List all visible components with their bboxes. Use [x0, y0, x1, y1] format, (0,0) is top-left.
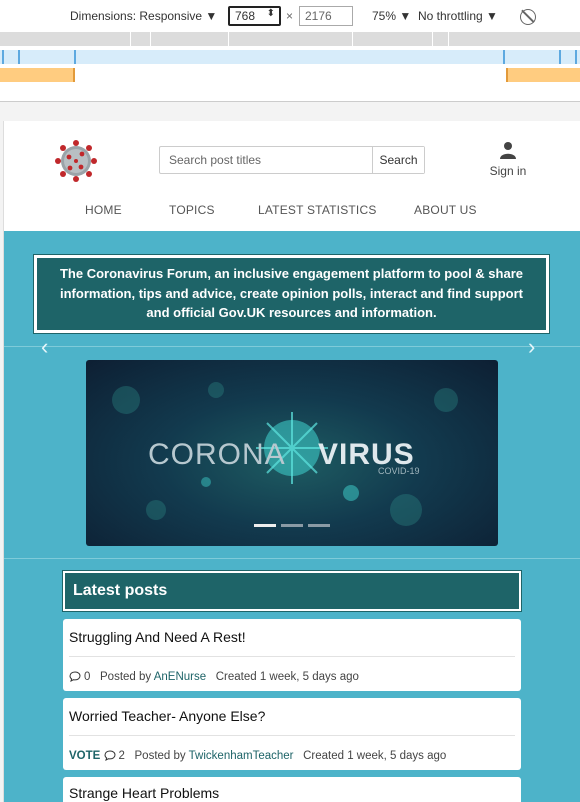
- comment-icon: [104, 750, 116, 761]
- search-button[interactable]: Search: [372, 147, 424, 173]
- carousel-indicator-3[interactable]: [308, 524, 330, 527]
- post-title[interactable]: Strange Heart Problems: [69, 785, 219, 801]
- search-form: Search: [159, 146, 425, 174]
- post-meta: VOTE 2 Posted by TwickenhamTeacher Creat…: [69, 750, 446, 762]
- comment-count: 0: [84, 671, 91, 683]
- post-title[interactable]: Struggling And Need A Rest!: [69, 629, 246, 645]
- carousel-prev-icon[interactable]: ‹: [41, 336, 48, 358]
- times-sign: ×: [286, 9, 294, 23]
- banner-word-light: CORONA: [148, 438, 286, 471]
- nav-home[interactable]: HOME: [85, 203, 122, 217]
- comment-count: 2: [118, 750, 125, 762]
- latest-posts-heading: Latest posts: [62, 570, 522, 612]
- rotate-disabled-icon[interactable]: [520, 9, 536, 25]
- post-card[interactable]: Worried Teacher- Anyone Else? VOTE 2 Pos…: [63, 698, 521, 770]
- post-created: Created 1 week, 5 days ago: [215, 671, 359, 683]
- carousel-slide[interactable]: CORONA VIRUS COVID-19: [86, 360, 498, 546]
- post-meta: 0 Posted by AnENurse Created 1 week, 5 d…: [69, 671, 359, 683]
- ruler: [0, 84, 580, 102]
- nav-topics[interactable]: TOPICS: [169, 203, 215, 217]
- user-icon: [500, 142, 516, 159]
- width-field[interactable]: 768 ⬍: [228, 6, 281, 26]
- divider: [4, 558, 580, 559]
- divider: [69, 656, 515, 657]
- carousel-next-icon[interactable]: ›: [528, 336, 535, 358]
- media-query-bar-min[interactable]: [0, 68, 580, 82]
- coronavirus-banner-image: CORONA VIRUS COVID-19: [112, 382, 458, 526]
- post-card[interactable]: Strange Heart Problems: [63, 777, 521, 802]
- post-title[interactable]: Worried Teacher- Anyone Else?: [69, 708, 265, 724]
- banner-sub: COVID-19: [378, 466, 420, 476]
- comment-icon: [69, 671, 81, 682]
- search-input[interactable]: [160, 147, 372, 173]
- carousel-indicator-1[interactable]: [254, 524, 276, 527]
- post-author[interactable]: TwickenhamTeacher: [189, 750, 294, 762]
- sign-in-label: Sign in: [489, 164, 527, 178]
- posted-by-label: Posted by: [100, 671, 152, 683]
- height-field[interactable]: 2176: [299, 6, 353, 26]
- content-band: The Coronavirus Forum, an inclusive enga…: [4, 231, 580, 802]
- virus-logo-icon[interactable]: [54, 139, 98, 183]
- carousel-indicators: [254, 524, 334, 528]
- post-card[interactable]: Struggling And Need A Rest! 0 Posted by …: [63, 619, 521, 691]
- media-query-bar-max[interactable]: [0, 32, 580, 46]
- main-nav: HOME TOPICS LATEST STATISTICS ABOUT US: [4, 203, 580, 229]
- sign-in-link[interactable]: Sign in: [484, 141, 532, 178]
- post-author[interactable]: AnENurse: [154, 671, 206, 683]
- vote-badge: VOTE: [69, 750, 101, 762]
- throttling-dropdown[interactable]: No throttling ▼: [418, 9, 498, 23]
- zoom-dropdown[interactable]: 75% ▼: [372, 9, 411, 23]
- divider: [69, 735, 515, 736]
- devtools-toolbar: Dimensions: Responsive ▼ 768 ⬍ × 2176 75%…: [0, 0, 580, 32]
- posted-by-label: Posted by: [134, 750, 186, 762]
- mission-statement: The Coronavirus Forum, an inclusive enga…: [33, 254, 550, 334]
- nav-about-us[interactable]: ABOUT US: [414, 203, 477, 217]
- nav-latest-statistics[interactable]: LATEST STATISTICS: [258, 203, 377, 217]
- website: Search Sign in HOME TOPICS LATEST STATIS…: [3, 121, 580, 802]
- post-created: Created 1 week, 5 days ago: [303, 750, 447, 762]
- width-stepper-icon[interactable]: ⬍: [267, 8, 275, 19]
- carousel-indicator-2[interactable]: [281, 524, 303, 527]
- divider: [4, 346, 580, 347]
- dimensions-dropdown[interactable]: Dimensions: Responsive ▼: [70, 9, 217, 23]
- media-query-bar-range[interactable]: [0, 50, 580, 64]
